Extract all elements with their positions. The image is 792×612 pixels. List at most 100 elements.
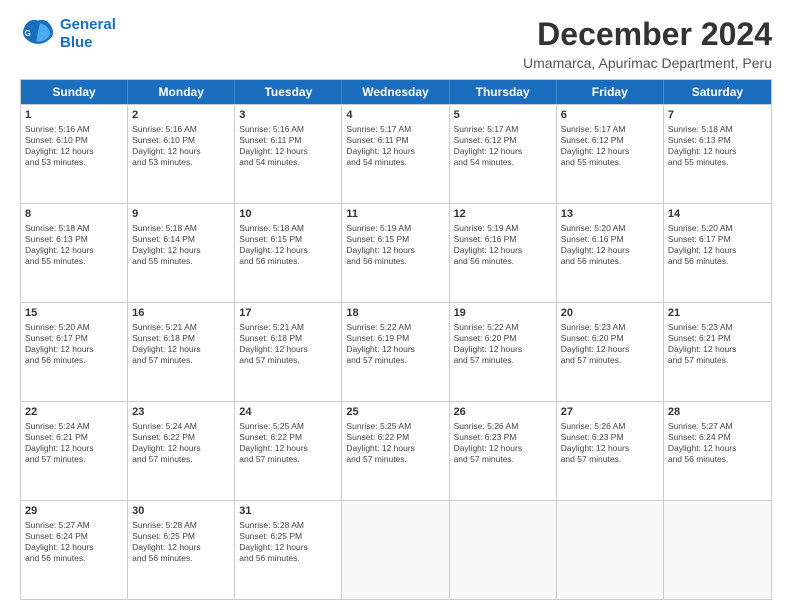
cal-cell: 12Sunrise: 5:19 AMSunset: 6:16 PMDayligh… [450, 204, 557, 302]
day-number: 28 [668, 405, 767, 420]
page: G General Blue December 2024 Umamarca, A… [0, 0, 792, 612]
day-number: 22 [25, 405, 123, 420]
cal-cell: 18Sunrise: 5:22 AMSunset: 6:19 PMDayligh… [342, 303, 449, 401]
cal-cell: 23Sunrise: 5:24 AMSunset: 6:22 PMDayligh… [128, 402, 235, 500]
cal-cell: 10Sunrise: 5:18 AMSunset: 6:15 PMDayligh… [235, 204, 342, 302]
cal-cell: 14Sunrise: 5:20 AMSunset: 6:17 PMDayligh… [664, 204, 771, 302]
day-number: 7 [668, 108, 767, 123]
day-number: 30 [132, 504, 230, 519]
cell-info: Sunrise: 5:16 AMSunset: 6:10 PMDaylight:… [132, 124, 230, 168]
day-number: 26 [454, 405, 552, 420]
cal-cell: 19Sunrise: 5:22 AMSunset: 6:20 PMDayligh… [450, 303, 557, 401]
day-number: 13 [561, 207, 659, 222]
cell-info: Sunrise: 5:21 AMSunset: 6:18 PMDaylight:… [239, 322, 337, 366]
day-number: 29 [25, 504, 123, 519]
day-number: 18 [346, 306, 444, 321]
day-number: 5 [454, 108, 552, 123]
header-day-saturday: Saturday [664, 80, 771, 104]
cal-cell: 8Sunrise: 5:18 AMSunset: 6:13 PMDaylight… [21, 204, 128, 302]
cell-info: Sunrise: 5:18 AMSunset: 6:13 PMDaylight:… [668, 124, 767, 168]
cell-info: Sunrise: 5:27 AMSunset: 6:24 PMDaylight:… [668, 421, 767, 465]
cal-cell: 16Sunrise: 5:21 AMSunset: 6:18 PMDayligh… [128, 303, 235, 401]
day-number: 21 [668, 306, 767, 321]
cell-info: Sunrise: 5:18 AMSunset: 6:13 PMDaylight:… [25, 223, 123, 267]
logo: G General Blue [20, 16, 116, 52]
day-number: 19 [454, 306, 552, 321]
cell-info: Sunrise: 5:17 AMSunset: 6:12 PMDaylight:… [454, 124, 552, 168]
day-number: 2 [132, 108, 230, 123]
day-number: 12 [454, 207, 552, 222]
day-number: 10 [239, 207, 337, 222]
day-number: 3 [239, 108, 337, 123]
svg-text:G: G [25, 29, 31, 38]
cell-info: Sunrise: 5:16 AMSunset: 6:10 PMDaylight:… [25, 124, 123, 168]
day-number: 31 [239, 504, 337, 519]
logo-icon: G [20, 16, 56, 52]
cell-info: Sunrise: 5:26 AMSunset: 6:23 PMDaylight:… [561, 421, 659, 465]
header-day-wednesday: Wednesday [342, 80, 449, 104]
cal-cell: 3Sunrise: 5:16 AMSunset: 6:11 PMDaylight… [235, 105, 342, 203]
cell-info: Sunrise: 5:18 AMSunset: 6:15 PMDaylight:… [239, 223, 337, 267]
header-day-friday: Friday [557, 80, 664, 104]
cell-info: Sunrise: 5:27 AMSunset: 6:24 PMDaylight:… [25, 520, 123, 564]
day-number: 15 [25, 306, 123, 321]
cell-info: Sunrise: 5:23 AMSunset: 6:20 PMDaylight:… [561, 322, 659, 366]
title-block: December 2024 Umamarca, Apurimac Departm… [523, 16, 772, 71]
cell-info: Sunrise: 5:24 AMSunset: 6:21 PMDaylight:… [25, 421, 123, 465]
cell-info: Sunrise: 5:28 AMSunset: 6:25 PMDaylight:… [132, 520, 230, 564]
day-number: 24 [239, 405, 337, 420]
day-number: 20 [561, 306, 659, 321]
cell-info: Sunrise: 5:20 AMSunset: 6:17 PMDaylight:… [25, 322, 123, 366]
cal-cell: 9Sunrise: 5:18 AMSunset: 6:14 PMDaylight… [128, 204, 235, 302]
day-number: 1 [25, 108, 123, 123]
cal-cell [664, 501, 771, 599]
cal-cell: 4Sunrise: 5:17 AMSunset: 6:11 PMDaylight… [342, 105, 449, 203]
cal-cell: 6Sunrise: 5:17 AMSunset: 6:12 PMDaylight… [557, 105, 664, 203]
week-row-4: 22Sunrise: 5:24 AMSunset: 6:21 PMDayligh… [21, 401, 771, 500]
cal-cell: 2Sunrise: 5:16 AMSunset: 6:10 PMDaylight… [128, 105, 235, 203]
cal-cell: 13Sunrise: 5:20 AMSunset: 6:16 PMDayligh… [557, 204, 664, 302]
cal-cell: 28Sunrise: 5:27 AMSunset: 6:24 PMDayligh… [664, 402, 771, 500]
cal-cell: 29Sunrise: 5:27 AMSunset: 6:24 PMDayligh… [21, 501, 128, 599]
cal-cell: 30Sunrise: 5:28 AMSunset: 6:25 PMDayligh… [128, 501, 235, 599]
header: G General Blue December 2024 Umamarca, A… [20, 16, 772, 71]
day-number: 23 [132, 405, 230, 420]
cell-info: Sunrise: 5:24 AMSunset: 6:22 PMDaylight:… [132, 421, 230, 465]
header-day-sunday: Sunday [21, 80, 128, 104]
cell-info: Sunrise: 5:18 AMSunset: 6:14 PMDaylight:… [132, 223, 230, 267]
cal-cell: 25Sunrise: 5:25 AMSunset: 6:22 PMDayligh… [342, 402, 449, 500]
cell-info: Sunrise: 5:19 AMSunset: 6:15 PMDaylight:… [346, 223, 444, 267]
cal-cell: 21Sunrise: 5:23 AMSunset: 6:21 PMDayligh… [664, 303, 771, 401]
day-number: 25 [346, 405, 444, 420]
day-number: 4 [346, 108, 444, 123]
cal-cell: 1Sunrise: 5:16 AMSunset: 6:10 PMDaylight… [21, 105, 128, 203]
cell-info: Sunrise: 5:23 AMSunset: 6:21 PMDaylight:… [668, 322, 767, 366]
day-number: 17 [239, 306, 337, 321]
cal-cell [342, 501, 449, 599]
calendar: SundayMondayTuesdayWednesdayThursdayFrid… [20, 79, 772, 600]
week-row-2: 8Sunrise: 5:18 AMSunset: 6:13 PMDaylight… [21, 203, 771, 302]
cell-info: Sunrise: 5:20 AMSunset: 6:16 PMDaylight:… [561, 223, 659, 267]
week-row-3: 15Sunrise: 5:20 AMSunset: 6:17 PMDayligh… [21, 302, 771, 401]
cal-cell [450, 501, 557, 599]
cell-info: Sunrise: 5:20 AMSunset: 6:17 PMDaylight:… [668, 223, 767, 267]
header-day-monday: Monday [128, 80, 235, 104]
cal-cell: 7Sunrise: 5:18 AMSunset: 6:13 PMDaylight… [664, 105, 771, 203]
day-number: 6 [561, 108, 659, 123]
cal-cell: 17Sunrise: 5:21 AMSunset: 6:18 PMDayligh… [235, 303, 342, 401]
cell-info: Sunrise: 5:22 AMSunset: 6:20 PMDaylight:… [454, 322, 552, 366]
cell-info: Sunrise: 5:25 AMSunset: 6:22 PMDaylight:… [346, 421, 444, 465]
subtitle: Umamarca, Apurimac Department, Peru [523, 55, 772, 71]
cal-cell: 31Sunrise: 5:28 AMSunset: 6:25 PMDayligh… [235, 501, 342, 599]
week-row-1: 1Sunrise: 5:16 AMSunset: 6:10 PMDaylight… [21, 104, 771, 203]
cell-info: Sunrise: 5:17 AMSunset: 6:12 PMDaylight:… [561, 124, 659, 168]
cell-info: Sunrise: 5:22 AMSunset: 6:19 PMDaylight:… [346, 322, 444, 366]
logo-text: General Blue [60, 16, 116, 52]
cal-cell: 20Sunrise: 5:23 AMSunset: 6:20 PMDayligh… [557, 303, 664, 401]
calendar-header: SundayMondayTuesdayWednesdayThursdayFrid… [21, 80, 771, 104]
cell-info: Sunrise: 5:25 AMSunset: 6:22 PMDaylight:… [239, 421, 337, 465]
day-number: 27 [561, 405, 659, 420]
cell-info: Sunrise: 5:21 AMSunset: 6:18 PMDaylight:… [132, 322, 230, 366]
cal-cell: 24Sunrise: 5:25 AMSunset: 6:22 PMDayligh… [235, 402, 342, 500]
main-title: December 2024 [523, 16, 772, 53]
